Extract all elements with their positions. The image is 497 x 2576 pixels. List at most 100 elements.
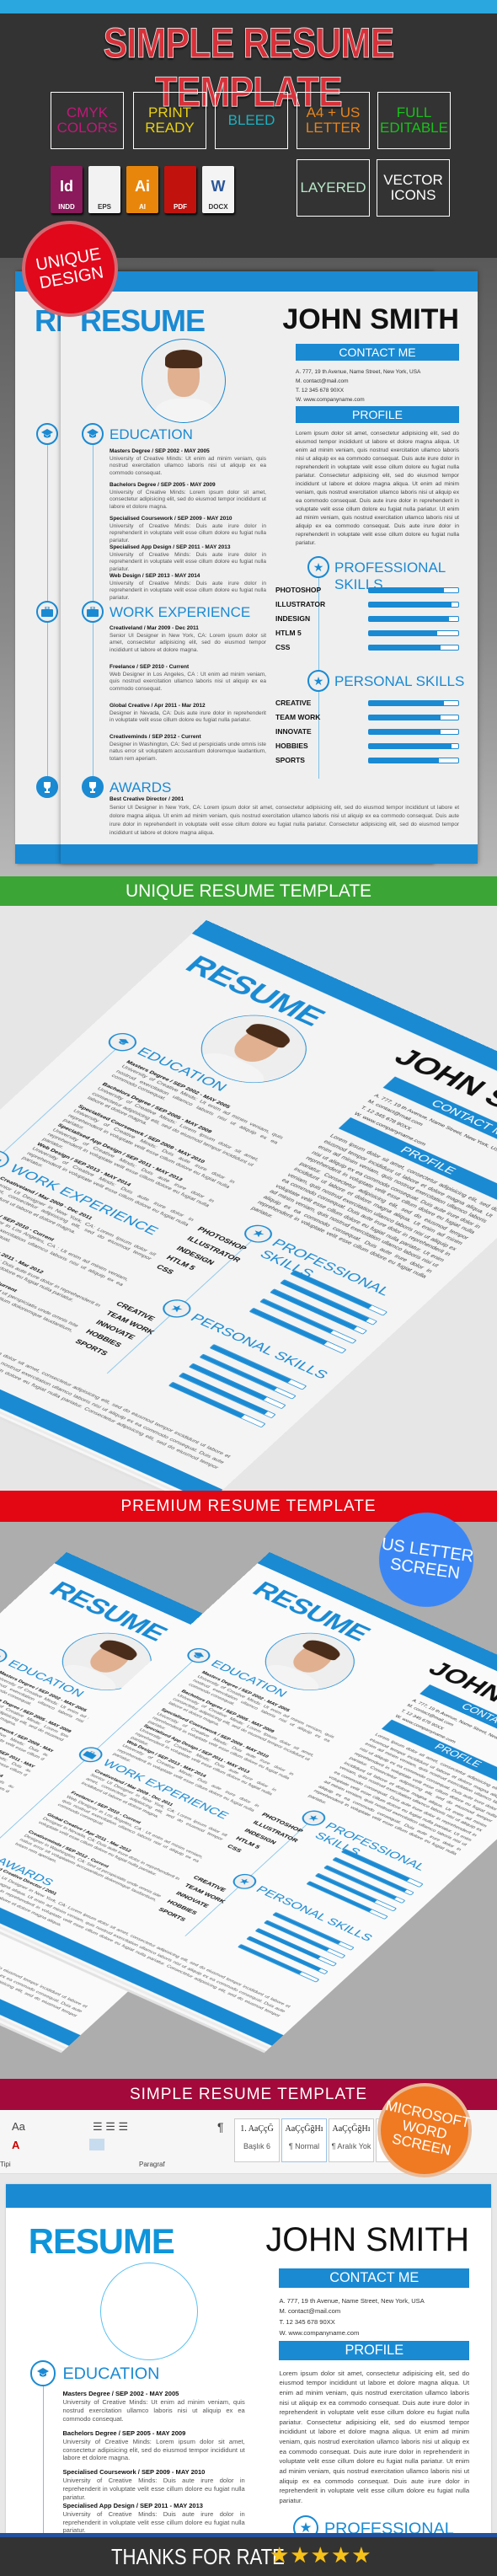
star-icon: ★ bbox=[351, 2542, 372, 2568]
feature-badge: A4 + US LETTER bbox=[297, 92, 370, 149]
trophy-icon bbox=[36, 776, 58, 798]
work-entry-body: Web Designer in Los Angeles, CA : Ut eni… bbox=[110, 671, 266, 692]
skill-bar-fill bbox=[369, 715, 441, 720]
resume-page: RESUME JOHN SMITH CONTACT ME A. 777, 19 … bbox=[61, 271, 478, 864]
feature-badge: FULL EDITABLE bbox=[377, 92, 451, 149]
skill-bar-fill bbox=[369, 602, 452, 607]
work-entry-title: Creativeland / Mar 2009 - Dec 2011 bbox=[110, 625, 199, 631]
profile-text: Lorem ipsum dolor sit amet, consectetur … bbox=[279, 2369, 470, 2504]
feature-badge: VECTOR ICONS bbox=[377, 159, 450, 217]
skill-label: INDESIGN bbox=[275, 614, 311, 623]
style-option[interactable]: AaÇçĞğHı ¶ Normal bbox=[281, 2118, 327, 2162]
rating-stars: ★★★★★ bbox=[270, 2542, 372, 2568]
align-left-button[interactable] bbox=[89, 2139, 104, 2150]
skill-row: PHOTOSHOP bbox=[275, 585, 461, 595]
education-entry-body: University of Creative Minds: Ut enim ad… bbox=[62, 2398, 245, 2423]
education-entry-body: University of Creative Minds: Duis aute … bbox=[110, 551, 266, 572]
trophy-icon bbox=[82, 776, 104, 798]
work-entry: Creativeland / Mar 2009 - Dec 2011Senior… bbox=[110, 625, 266, 654]
skill-row: HTLM 5 bbox=[275, 628, 461, 638]
ai-file-icon: Ai AI bbox=[126, 166, 158, 213]
feature-badge: LAYERED bbox=[297, 159, 370, 217]
work-entry: Freelance / SEP 2010 - CurrentWeb Design… bbox=[110, 664, 266, 693]
skill-bar bbox=[368, 587, 459, 593]
style-name: ¶ Normal bbox=[288, 2142, 320, 2150]
skill-bar-fill bbox=[369, 631, 437, 635]
file-icon-glyph: Id bbox=[60, 178, 73, 195]
work-entry-body: Designer in Washington, CA: Sed ut persp… bbox=[110, 741, 266, 762]
timeline-line bbox=[43, 2386, 45, 2533]
font-group-label: Tipi bbox=[0, 2161, 11, 2168]
top-accent-bar bbox=[0, 0, 497, 13]
awards-entry: Best Creative Director / 2001 Senior UI D… bbox=[110, 795, 459, 838]
skill-label: CREATIVE bbox=[275, 699, 312, 707]
skill-label: SPORTS bbox=[275, 756, 305, 764]
education-entry-body: University of Creative Minds: Duis aute … bbox=[110, 580, 266, 601]
contact-title: CONTACT ME bbox=[279, 2268, 470, 2289]
star-icon: ★ bbox=[330, 2542, 352, 2568]
skill-bar-fill bbox=[369, 730, 441, 734]
profile-title: PROFILE bbox=[279, 2341, 470, 2361]
skill-bar-fill bbox=[369, 758, 439, 763]
education-entry: Specialised Coursework / SEP 2009 - MAY … bbox=[62, 2468, 244, 2502]
graduation-cap-icon bbox=[82, 423, 104, 445]
skill-bar bbox=[368, 729, 459, 735]
contact-line: A. 777, 19 th Avenue, Name Street, New Y… bbox=[279, 2296, 425, 2305]
education-entry-title: Specialised App Design / SEP 2011 - MAY … bbox=[110, 544, 231, 550]
work-entry-body: Designer in Nevada, CA: Duis aute irure … bbox=[110, 710, 266, 724]
paragraph-group-label: Paragraf bbox=[139, 2161, 165, 2168]
file-icon-label: AI bbox=[139, 203, 146, 211]
education-entry-body: University of Creative Minds: Lorem ipsu… bbox=[62, 2437, 245, 2462]
file-icon-label: EPS bbox=[97, 203, 111, 211]
contact-line: W. www.companyname.com bbox=[296, 397, 365, 403]
skill-row: INNOVATE bbox=[275, 726, 461, 736]
bullets-button[interactable]: ☰ ☰ ☰ bbox=[93, 2120, 128, 2134]
style-option[interactable]: 1. AaÇçĞ Başlık 6 bbox=[234, 2118, 280, 2162]
preview-flat-section: RESUME JOHN SMITH CONTACT ME A. 777, 19 … bbox=[0, 258, 497, 876]
skill-label: CSS bbox=[154, 1263, 175, 1277]
resume-heading: RESUME bbox=[28, 2221, 175, 2262]
skill-label: INNOVATE bbox=[275, 727, 312, 736]
star-icon: ★ bbox=[290, 2542, 311, 2568]
font-color-button[interactable]: A bbox=[12, 2139, 19, 2151]
profile-title: PROFILE bbox=[296, 406, 459, 423]
awards-entry-body: Senior UI Designer in New York, CA: Lore… bbox=[110, 805, 459, 836]
skill-row: CSS bbox=[275, 642, 461, 652]
personal-skills-heading: PERSONAL SKILLS bbox=[334, 673, 465, 689]
skill-bar bbox=[368, 758, 459, 763]
education-entry-title: Specialised App Design / SEP 2011 - MAY … bbox=[62, 2501, 203, 2509]
file-icon-glyph: W bbox=[211, 178, 226, 195]
star-icon: ★ bbox=[307, 556, 329, 578]
font-case-button[interactable]: Aa bbox=[12, 2120, 25, 2133]
page-top-bar bbox=[6, 2184, 491, 2208]
star-icon: ★ bbox=[292, 2515, 318, 2533]
contact-line: T. 12 345 678 90XX bbox=[279, 2318, 335, 2327]
education-entry: Web Design / SEP 2013 - MAY 2014Universi… bbox=[110, 573, 266, 602]
profile-photo bbox=[142, 339, 226, 423]
education-entry-body: University of Creative Minds: Lorem ipsu… bbox=[110, 489, 266, 510]
file-icon-label: INDD bbox=[58, 203, 75, 211]
page-top-bar bbox=[61, 271, 478, 292]
skill-label: CSS bbox=[225, 1843, 243, 1854]
skill-bar bbox=[368, 645, 459, 651]
contact-line: A. 777, 19 th Avenue, Name Street, New Y… bbox=[296, 369, 421, 375]
candidate-name: JOHN SMITH bbox=[282, 303, 459, 335]
education-heading: EDUCATION bbox=[62, 2364, 160, 2383]
skill-row: HOBBIES bbox=[275, 741, 461, 751]
style-preview: AaÇçĞğHı bbox=[332, 2124, 371, 2134]
skill-label: CSS bbox=[275, 643, 291, 651]
contact-line: T. 12 345 678 90XX bbox=[296, 388, 345, 394]
skill-row: ILLUSTRATOR bbox=[275, 599, 461, 609]
work-entry-title: Global Creative / Apr 2011 - Mar 2012 bbox=[110, 703, 206, 709]
work-entry-title: Creativeminds / SEP 2012 - Current bbox=[110, 734, 201, 740]
contact-line: M. contact@mail.com bbox=[279, 2307, 341, 2316]
awards-heading: AWARDS bbox=[110, 779, 172, 795]
style-option[interactable]: AaÇçĞğHı ¶ Aralık Yok bbox=[329, 2118, 374, 2162]
pilcrow-button[interactable]: ¶ bbox=[217, 2120, 224, 2134]
skill-label: HTLM 5 bbox=[275, 629, 302, 637]
style-name: Başlık 6 bbox=[243, 2142, 270, 2150]
briefcase-icon bbox=[36, 601, 58, 623]
education-entry: Masters Degree / SEP 2002 - MAY 2005Univ… bbox=[110, 448, 266, 477]
star-icon: ★ bbox=[270, 2542, 291, 2568]
indd-file-icon: Id INDD bbox=[51, 166, 83, 213]
